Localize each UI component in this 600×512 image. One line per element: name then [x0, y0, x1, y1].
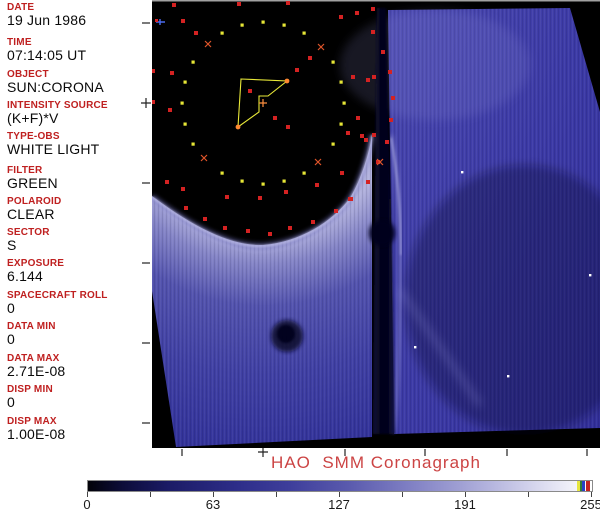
metadata-sidebar: DATE 19 Jun 1986 TIME 07:14:05 UT OBJECT SU… — [0, 0, 152, 450]
field-value: 0 — [7, 394, 15, 410]
colorbar-label-191: 191 — [454, 497, 476, 512]
field-label: SPACECRAFT ROLL — [7, 290, 108, 301]
colorbar-label-127: 127 — [328, 497, 350, 512]
field-object: OBJECT SUN:CORONA — [7, 69, 152, 95]
field-value: SUN:CORONA — [7, 79, 104, 95]
field-value: WHITE LIGHT — [7, 141, 100, 157]
field-polaroid: POLAROID CLEAR — [7, 196, 152, 222]
colorbar-label-63: 63 — [205, 497, 221, 512]
colorbar-tick — [276, 492, 277, 497]
colorbar-saturation-blue — [582, 481, 585, 491]
field-value: 0 — [7, 331, 15, 347]
colorbar-tick — [150, 492, 151, 497]
field-type-obs: TYPE-OBS WHITE LIGHT — [7, 131, 152, 157]
field-label: DATA MIN — [7, 321, 56, 332]
colorbar-saturation-red — [586, 481, 590, 491]
field-data-min: DATA MIN 0 — [7, 321, 152, 347]
field-value: S — [7, 237, 17, 253]
smm-coronagraph-viewer: { "sidebar": { "items": [ {"label":"DATE… — [0, 0, 600, 512]
field-value: CLEAR — [7, 206, 55, 222]
field-label: SECTOR — [7, 227, 50, 238]
field-data-max: DATA MAX 2.71E-08 — [7, 353, 152, 379]
colorbar-tick — [402, 492, 403, 497]
coronagraph-image — [152, 0, 600, 448]
intensity-colorbar — [87, 480, 593, 492]
field-time: TIME 07:14:05 UT — [7, 37, 152, 63]
field-value: 07:14:05 UT — [7, 47, 87, 63]
colorbar-tick — [528, 492, 529, 497]
field-filter: FILTER GREEN — [7, 165, 152, 191]
colorbar-label-255: 255 — [580, 497, 600, 512]
field-spacecraft-roll: SPACECRAFT ROLL 0 — [7, 290, 152, 316]
field-value: GREEN — [7, 175, 58, 191]
image-title: HAO SMM Coronagraph — [271, 453, 481, 472]
field-exposure: EXPOSURE 6.144 — [7, 258, 152, 284]
colorbar-label-0: 0 — [83, 497, 91, 512]
field-intensity-source: INTENSITY SOURCE (K+F)*V — [7, 100, 152, 126]
field-disp-min: DISP MIN 0 — [7, 384, 152, 410]
field-sector: SECTOR S — [7, 227, 152, 253]
field-label: DISP MIN — [7, 384, 53, 395]
field-value: 1.00E-08 — [7, 426, 66, 442]
field-disp-max: DISP MAX 1.00E-08 — [7, 416, 152, 442]
field-value: 6.144 — [7, 268, 44, 284]
field-value: 19 Jun 1986 — [7, 12, 87, 28]
field-value: 0 — [7, 300, 15, 316]
dust-spot-small — [369, 220, 395, 246]
field-value: (K+F)*V — [7, 110, 59, 126]
field-value: 2.71E-08 — [7, 363, 66, 379]
field-date: DATE 19 Jun 1986 — [7, 2, 152, 28]
